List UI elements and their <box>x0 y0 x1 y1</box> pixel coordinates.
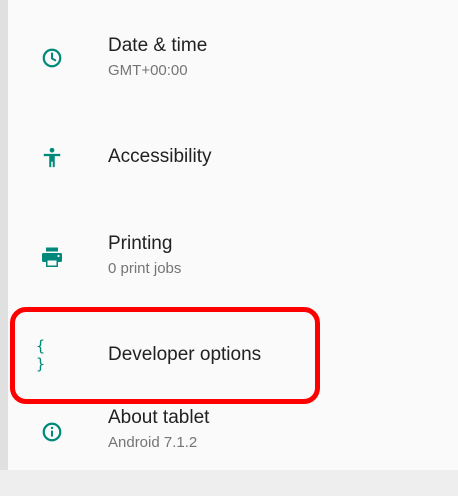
setting-title: Accessibility <box>108 146 212 167</box>
braces-icon: { } <box>36 337 68 373</box>
setting-text: Developer options <box>108 343 261 367</box>
setting-text: Accessibility <box>108 145 211 169</box>
setting-text: About tablet Android 7.1.2 <box>108 406 209 453</box>
clock-icon <box>36 42 68 74</box>
info-icon <box>36 416 68 448</box>
printer-icon <box>36 241 68 273</box>
setting-summary: 0 print jobs <box>108 260 182 277</box>
setting-text: Printing 0 print jobs <box>108 232 181 279</box>
settings-list: Date & time GMT+00:00 Accessibility Prin… <box>8 0 450 470</box>
setting-item-developer-options[interactable]: { } Developer options <box>8 310 450 400</box>
left-edge-divider <box>0 0 8 496</box>
setting-title: About tablet <box>108 407 210 428</box>
setting-summary: GMT+00:00 <box>108 62 188 79</box>
setting-summary: Android 7.1.2 <box>108 434 198 451</box>
setting-title: Developer options <box>108 344 262 365</box>
setting-title: Date & time <box>108 35 208 56</box>
setting-item-accessibility[interactable]: Accessibility <box>8 112 450 202</box>
setting-item-date-time[interactable]: Date & time GMT+00:00 <box>8 0 450 90</box>
settings-screen: Date & time GMT+00:00 Accessibility Prin… <box>0 0 458 496</box>
braces-glyph: { } <box>36 337 50 373</box>
accessibility-icon <box>36 142 68 174</box>
setting-item-printing[interactable]: Printing 0 print jobs <box>8 218 450 308</box>
setting-title: Printing <box>108 233 173 254</box>
setting-text: Date & time GMT+00:00 <box>108 34 207 81</box>
bottom-band <box>0 470 458 496</box>
